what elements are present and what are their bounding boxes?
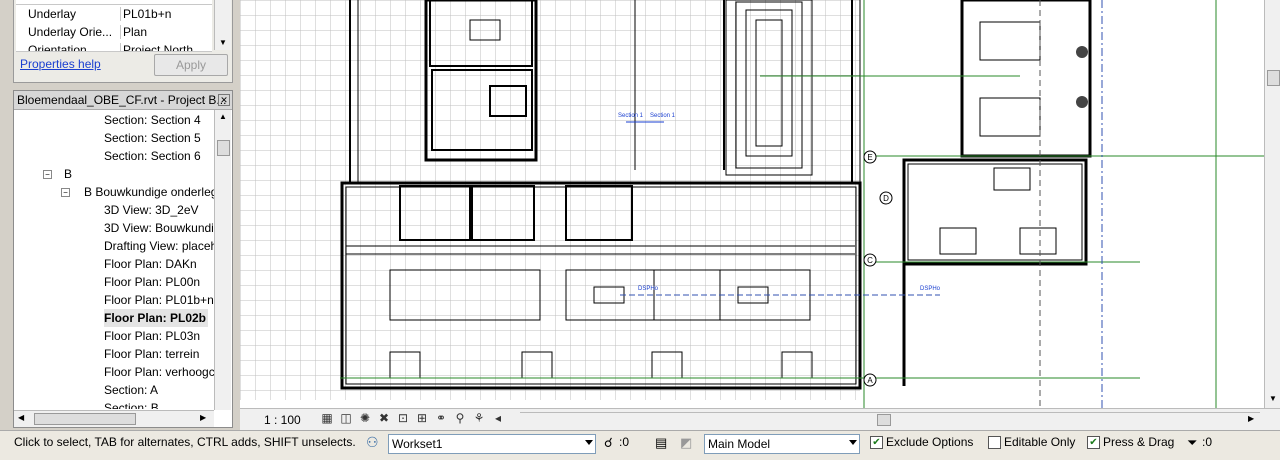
exclude-options-label: Exclude Options [886, 435, 974, 449]
detail-level-icon[interactable]: ▦ [320, 411, 334, 425]
exclude-options-checkbox[interactable]: ✔ [870, 436, 883, 449]
collapse-icon[interactable]: − [43, 170, 52, 179]
visual-style-icon[interactable]: ◫ [339, 411, 353, 425]
scroll-left-icon[interactable]: ◂ [491, 411, 505, 425]
design-options-icon[interactable]: ▤ [655, 435, 667, 451]
scroll-right-icon[interactable]: ▶ [1248, 414, 1254, 423]
property-value[interactable]: PL01b+n [120, 7, 215, 21]
tree-item[interactable]: Drafting View: placeh [104, 237, 217, 255]
tag-label[interactable]: DSPHo [920, 286, 941, 292]
scroll-thumb[interactable] [34, 413, 136, 425]
filter-icon[interactable]: ⏷ [1187, 435, 1197, 451]
tree-item[interactable]: Section: A [104, 381, 158, 399]
view-scale[interactable]: 1 : 100 [264, 413, 301, 427]
browser-title: Bloemendaal_OBE_CF.rvt - Project B... [17, 93, 227, 107]
collapse-icon[interactable]: − [61, 188, 70, 197]
temporary-hide-icon[interactable]: ⚭ [434, 411, 448, 425]
browser-title-bar: Bloemendaal_OBE_CF.rvt - Project B... ✕ [14, 91, 232, 110]
floor-plan-drawing[interactable]: E D C A Section 1 Section 1 DSPHo DSPHo [240, 0, 1280, 408]
property-value[interactable]: Plan [120, 25, 215, 39]
property-name: Underlay [28, 7, 77, 21]
sun-path-icon[interactable]: ✺ [358, 411, 372, 425]
scroll-down-icon[interactable]: ▼ [219, 38, 227, 47]
view-toolbar: ▦ ◫ ✺ ✖ ⊡ ⊞ ⚭ ⚲ ⚘ ◂ [320, 411, 510, 425]
section-label[interactable]: Section 1 [618, 113, 644, 119]
tag-label[interactable]: DSPHo [638, 286, 659, 292]
view-control-bar: 1 : 100 ▦ ◫ ✺ ✖ ⊡ ⊞ ⚭ ⚲ ⚘ ◂ ▶ [240, 408, 1280, 431]
grid-label-a: A [867, 376, 873, 385]
tree-item[interactable]: Floor Plan: PL01b+n [104, 291, 214, 309]
tree-item-selected[interactable]: Floor Plan: PL02b [104, 309, 209, 327]
analytical-model-icon[interactable]: ⚘ [472, 411, 486, 425]
design-option-value: Main Model [708, 437, 771, 451]
show-crop-icon[interactable]: ⊞ [415, 411, 429, 425]
scroll-up-icon[interactable]: ▲ [219, 112, 227, 121]
design-option-dropdown[interactable]: Main Model [704, 434, 860, 454]
shadows-icon[interactable]: ✖ [377, 411, 391, 425]
canvas-vertical-scrollbar[interactable]: ▼ [1264, 0, 1280, 408]
status-message: Click to select, TAB for alternates, CTR… [14, 435, 356, 449]
browser-horizontal-scrollbar[interactable]: ◀ ▶ [14, 410, 214, 427]
tree-item[interactable]: Section: Section 5 [104, 129, 201, 147]
properties-scrollbar[interactable]: ▼ [214, 0, 231, 50]
grid-label-d: D [883, 194, 889, 203]
tree-item[interactable]: Section: B [104, 399, 159, 409]
apply-button[interactable]: Apply [154, 54, 228, 76]
properties-panel: Underlay PL01b+n Underlay Orie... Plan O… [13, 0, 233, 83]
editing-requests-count: :0 [619, 435, 630, 449]
tree-item[interactable]: 3D View: Bouwkundi [104, 219, 214, 237]
section-label[interactable]: Section 1 [650, 113, 676, 119]
active-option-icon: ◩ [680, 435, 693, 450]
tree-item[interactable]: Floor Plan: DAKn [104, 255, 197, 273]
property-name: Orientation [28, 43, 87, 52]
scroll-down-icon[interactable]: ▼ [1269, 394, 1277, 403]
editable-only-checkbox[interactable] [988, 436, 1001, 449]
workset-value: Workset1 [392, 437, 443, 451]
filter-count: :0 [1202, 435, 1213, 449]
worksets-icon[interactable]: ⚇ [366, 434, 379, 451]
editable-only-label: Editable Only [1004, 435, 1076, 449]
tree-item[interactable]: Floor Plan: PL03n [104, 327, 200, 345]
tree-item[interactable]: Floor Plan: PL00n [104, 273, 200, 291]
scroll-right-icon[interactable]: ▶ [200, 413, 206, 422]
tree-item[interactable]: B [64, 165, 72, 183]
browser-vertical-scrollbar[interactable]: ▲ [214, 110, 231, 410]
tree-item[interactable]: Section: Section 4 [104, 111, 201, 129]
crop-view-icon[interactable]: ⊡ [396, 411, 410, 425]
tree-item[interactable]: B Bouwkundige onderleg [84, 183, 217, 201]
chevron-down-icon [585, 440, 593, 445]
workset-dropdown[interactable]: Workset1 [388, 434, 596, 454]
property-value[interactable]: Project North [120, 43, 212, 51]
grid-label-e: E [867, 153, 872, 162]
scroll-left-icon[interactable]: ◀ [18, 413, 24, 422]
tree-item[interactable]: Floor Plan: verhoogc [104, 363, 215, 381]
tree-item[interactable]: Floor Plan: terrein [104, 345, 199, 363]
editing-requests-icon[interactable]: ☌ [604, 435, 613, 451]
grid-label-c: C [867, 256, 873, 265]
property-row-underlay-orientation[interactable]: Underlay Orie... Plan [16, 23, 212, 42]
scroll-thumb[interactable] [217, 140, 230, 156]
press-drag-checkbox[interactable]: ✔ [1087, 436, 1100, 449]
property-row-underlay[interactable]: Underlay PL01b+n [16, 5, 212, 24]
drawing-canvas[interactable]: E D C A Section 1 Section 1 DSPHo DSPHo … [240, 0, 1280, 408]
property-row-orientation[interactable]: Orientation Project North [16, 41, 212, 52]
property-name: Underlay Orie... [28, 25, 113, 39]
status-bar: Click to select, TAB for alternates, CTR… [0, 430, 1280, 460]
canvas-horizontal-scrollbar[interactable]: ▶ [520, 412, 1260, 427]
reveal-hidden-icon[interactable]: ⚲ [453, 411, 467, 425]
properties-help-link[interactable]: Properties help [20, 57, 101, 71]
chevron-down-icon [849, 440, 857, 445]
tree-item[interactable]: Section: Section 6 [104, 147, 201, 165]
press-drag-label: Press & Drag [1103, 435, 1175, 449]
tree-item[interactable]: 3D View: 3D_2eV [104, 201, 199, 219]
project-browser: Bloemendaal_OBE_CF.rvt - Project B... ✕ … [13, 90, 233, 428]
scroll-thumb[interactable] [877, 414, 891, 426]
close-icon[interactable]: ✕ [218, 94, 230, 106]
scroll-thumb[interactable] [1267, 70, 1280, 86]
